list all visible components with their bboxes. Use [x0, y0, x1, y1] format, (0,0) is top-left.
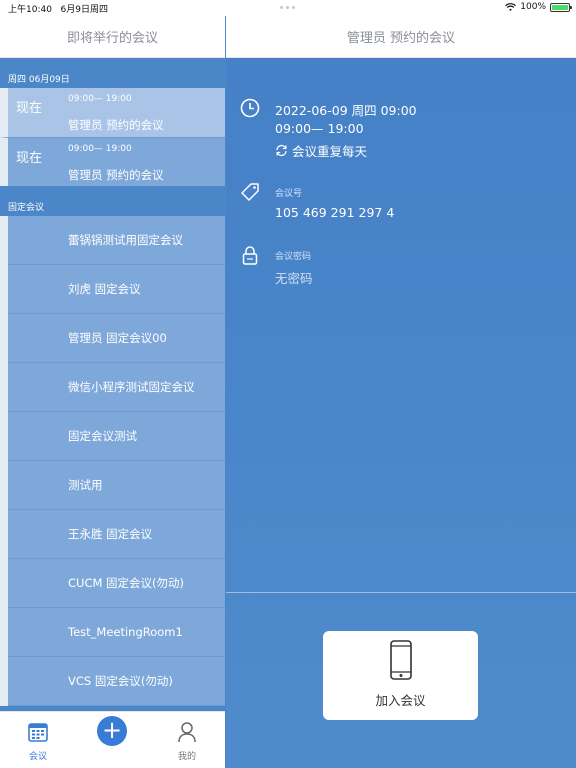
fixed-meeting-item[interactable]: 蕾锅锅测试用固定会议 — [8, 216, 225, 265]
meeting-id-label: 会议号 — [275, 189, 303, 199]
battery-icon — [550, 2, 572, 12]
meeting-detail-panel: 管理员 预约的会议 2022-06-09 周四 09:00 09:00— 19:… — [226, 16, 576, 768]
divider — [226, 592, 576, 593]
fixed-meeting-item[interactable]: 测试用 — [8, 461, 225, 510]
repeat-icon — [276, 144, 287, 157]
tab-meeting-label: 会议 — [28, 752, 47, 762]
tab-me-label: 我的 — [177, 752, 196, 762]
status-time: 上午10:40 — [8, 5, 52, 15]
detail-title: 管理员 预约的会议 — [226, 16, 576, 58]
meeting-title: 管理员 预约的会议 — [68, 168, 164, 182]
fixed-meeting-item[interactable]: 微信小程序测试固定会议 — [8, 363, 225, 412]
status-bar: 上午10:40 6月9日周四 100% — [0, 0, 576, 16]
meeting-title: 管理员 预约的会议 — [68, 118, 164, 132]
meeting-list-panel: 即将举行的会议 周四 06月09日 现在 09:00— 19:00 管理员 预约… — [0, 16, 225, 768]
clock-icon — [240, 98, 260, 118]
fixed-meeting-item[interactable]: 刘虎 固定会议 — [8, 265, 225, 314]
tag-icon — [241, 183, 259, 201]
meeting-time: 09:00— 19:00 — [68, 144, 132, 154]
fixed-meeting-item[interactable]: 王永胜 固定会议 — [8, 510, 225, 559]
meeting-id-value: 105 469 291 297 4 — [275, 205, 395, 220]
meeting-list[interactable]: 周四 06月09日 现在 09:00— 19:00 管理员 预约的会议 现在 0… — [0, 58, 225, 712]
tab-bar: 会议 + 我的 — [0, 711, 225, 768]
lock-icon — [242, 246, 258, 265]
meeting-time-range: 09:00— 19:00 — [275, 121, 364, 136]
fixed-section-header: 固定会议 — [0, 200, 225, 216]
calendar-icon — [28, 723, 48, 742]
person-icon — [178, 722, 196, 743]
fixed-meeting-item[interactable]: CUCM 固定会议(勿动) — [8, 559, 225, 608]
now-badge: 现在 — [16, 101, 43, 116]
status-right: 100% — [505, 2, 572, 12]
upcoming-meeting-item[interactable]: 现在 09:00— 19:00 管理员 预约的会议 — [0, 137, 225, 186]
phone-icon — [389, 640, 412, 680]
fixed-meeting-list: 蕾锅锅测试用固定会议 刘虎 固定会议 管理员 固定会议00 微信小程序测试固定会… — [0, 216, 225, 706]
add-meeting-button[interactable]: + — [97, 716, 127, 746]
now-badge: 现在 — [16, 151, 43, 166]
meeting-time: 09:00— 19:00 — [68, 94, 132, 104]
join-meeting-label: 加入会议 — [375, 693, 426, 708]
status-date: 6月9日周四 — [60, 5, 108, 15]
status-time-date: 上午10:40 6月9日周四 — [8, 2, 108, 15]
join-meeting-button[interactable]: 加入会议 — [323, 631, 478, 720]
fixed-meeting-item[interactable]: VCS 固定会议(勿动) — [8, 657, 225, 706]
wifi-icon — [505, 3, 517, 11]
battery-percent: 100% — [520, 2, 546, 12]
tab-me[interactable]: 我的 — [167, 721, 207, 762]
multitasking-dots-icon[interactable] — [280, 6, 296, 9]
fixed-meeting-item[interactable]: 固定会议测试 — [8, 412, 225, 461]
meeting-repeat: 会议重复每天 — [275, 141, 367, 160]
password-label: 会议密码 — [275, 252, 312, 262]
upcoming-meeting-item[interactable]: 现在 09:00— 19:00 管理员 预约的会议 — [0, 88, 225, 137]
fixed-meeting-item[interactable]: Test_MeetingRoom1 — [8, 608, 225, 657]
password-value: 无密码 — [275, 271, 313, 286]
tab-meeting[interactable]: 会议 — [18, 721, 58, 762]
repeat-text: 会议重复每天 — [292, 144, 368, 159]
left-panel-title: 即将举行的会议 — [0, 16, 225, 58]
upcoming-section-header: 周四 06月09日 — [0, 72, 225, 88]
fixed-meeting-item[interactable]: 管理员 固定会议00 — [8, 314, 225, 363]
meeting-date: 2022-06-09 周四 09:00 — [275, 103, 417, 118]
